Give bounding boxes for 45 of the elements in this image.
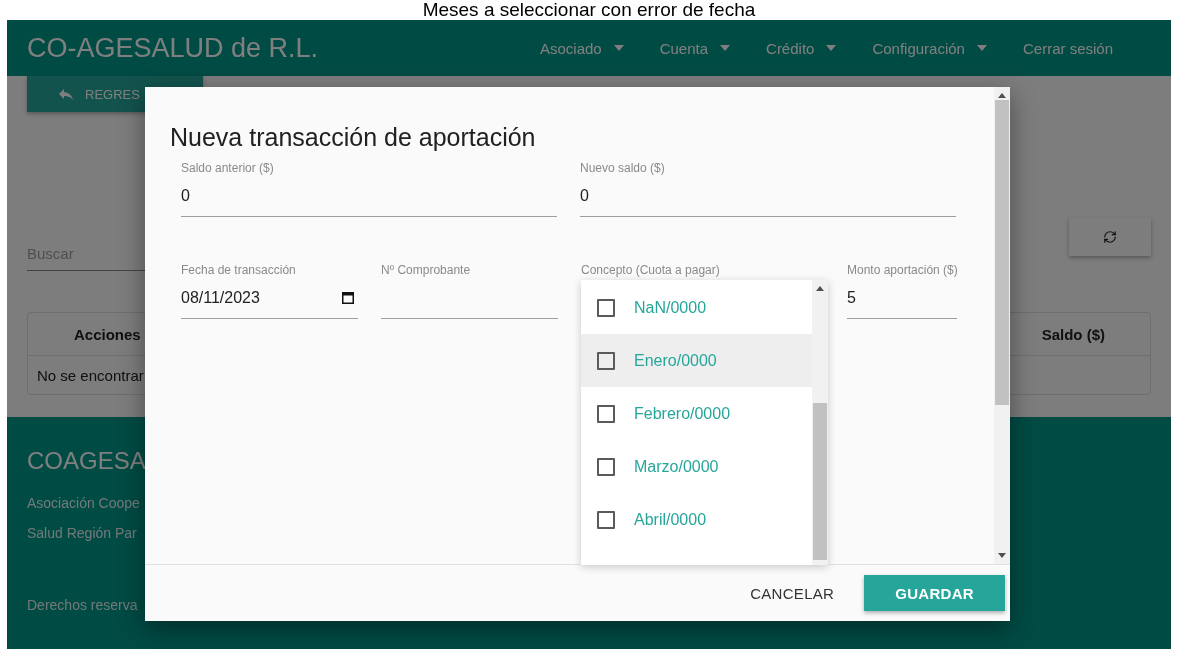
scrollbar[interactable] bbox=[994, 87, 1010, 564]
checkbox[interactable] bbox=[597, 510, 615, 529]
nav-link[interactable]: Cuenta bbox=[659, 39, 731, 57]
table-cell-text: No se encontrar bbox=[36, 366, 145, 384]
date-field[interactable]: Fecha de transacción 08/11/2023 bbox=[181, 263, 358, 319]
field-label: Saldo anterior ($) bbox=[181, 161, 275, 175]
scrollbar[interactable] bbox=[812, 280, 828, 565]
input-field[interactable]: Nº Comprobante bbox=[381, 263, 558, 319]
scroll-up-icon[interactable] bbox=[816, 286, 824, 291]
field-value: 5 bbox=[847, 289, 856, 307]
field-label: Fecha de transacción bbox=[181, 263, 297, 277]
field-label: Nº Comprobante bbox=[381, 263, 472, 277]
checkbox[interactable] bbox=[597, 457, 615, 476]
input-field[interactable]: Nuevo saldo ($) 0 bbox=[580, 161, 956, 217]
nav-link[interactable]: Asociado bbox=[539, 39, 624, 57]
field-value: 0 bbox=[181, 187, 190, 205]
brand-title: CO-AGESALUD de R.L. bbox=[27, 32, 319, 64]
menu-item[interactable]: Enero/0000 bbox=[581, 334, 812, 387]
scroll-down-icon[interactable] bbox=[998, 553, 1006, 558]
back-arrow-icon bbox=[59, 88, 73, 100]
save-button[interactable]: GUARDAR bbox=[864, 575, 1005, 611]
field-label: Monto aportación ($) bbox=[847, 263, 957, 277]
nav-link[interactable]: Cerrar sesión bbox=[1022, 39, 1113, 57]
input-field[interactable]: Saldo anterior ($) 0 bbox=[181, 161, 557, 217]
field-label: Nuevo saldo ($) bbox=[580, 161, 666, 175]
nav-link[interactable]: Configuración bbox=[872, 39, 987, 57]
scroll-up-icon[interactable] bbox=[998, 93, 1006, 98]
input-field[interactable]: Monto aportación ($) 5 bbox=[847, 263, 957, 319]
copyright-text: Derechos reserva bbox=[27, 597, 138, 613]
nav-link[interactable]: Crédito bbox=[766, 39, 837, 57]
field-value: 08/11/2023 bbox=[181, 289, 260, 307]
checkbox[interactable] bbox=[597, 351, 615, 370]
calendar-icon[interactable] bbox=[342, 292, 354, 304]
column-header: Acciones bbox=[73, 325, 142, 343]
dialog-title: Nueva transacción de aportación bbox=[170, 123, 537, 152]
checkbox[interactable] bbox=[597, 298, 615, 317]
footer-title: COAGESA bbox=[27, 447, 146, 475]
cancel-button[interactable]: CANCELAR bbox=[750, 575, 835, 611]
footer-text: Salud Región Par bbox=[27, 525, 137, 541]
refresh-icon bbox=[1103, 230, 1117, 244]
caption: Meses a seleccionar con error de fecha bbox=[421, 0, 757, 20]
footer-text: Asociación Coope bbox=[27, 495, 140, 511]
column-header: Saldo ($) bbox=[1040, 325, 1106, 343]
checkbox[interactable] bbox=[597, 404, 615, 423]
field-value: 0 bbox=[580, 187, 589, 205]
